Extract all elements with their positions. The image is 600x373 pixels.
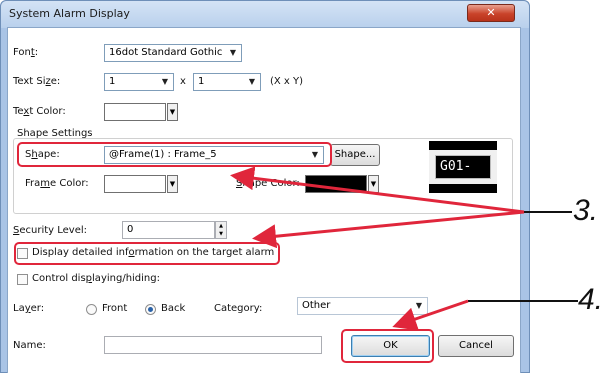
step4-arrow-to-ok [392,299,469,331]
annotation-arrows [230,166,578,331]
step-3-annotation: 3. [573,194,599,227]
step3-arrow-to-checkbox [252,210,525,249]
step3-arrow-to-shape [230,166,525,214]
step-4-annotation: 4. [578,283,600,316]
